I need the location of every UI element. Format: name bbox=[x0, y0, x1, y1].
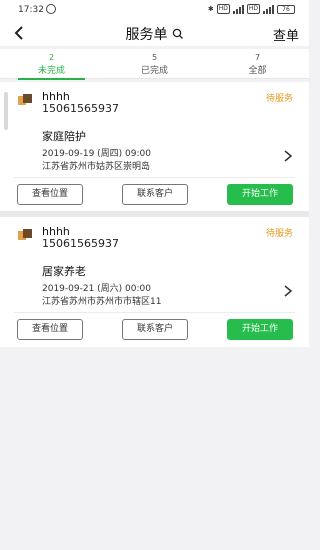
service-address: 江苏省苏州市苏州市市辖区11 bbox=[42, 297, 162, 307]
status-icons: ✱ HD HD 76 bbox=[208, 4, 295, 14]
service-type: 居家养老 bbox=[42, 265, 86, 278]
active-tab-indicator bbox=[18, 78, 85, 80]
divider bbox=[14, 177, 295, 178]
tab-count: 7 bbox=[254, 53, 261, 62]
search-icon[interactable] bbox=[172, 28, 184, 40]
service-datetime: 2019-09-19 (周四) 09:00 bbox=[42, 149, 151, 159]
tab-label: 未完成 bbox=[37, 66, 65, 76]
contact-customer-button[interactable]: 联系客户 bbox=[122, 319, 188, 340]
status-bar: 17:32 ✱ HD HD 76 bbox=[0, 0, 309, 20]
chevron-right-icon[interactable] bbox=[283, 284, 293, 298]
service-type: 家庭陪护 bbox=[42, 130, 86, 143]
status-badge: 待服务 bbox=[265, 94, 293, 104]
page-title-row: 服务单 bbox=[0, 24, 309, 44]
start-work-button[interactable]: 开始工作 bbox=[227, 184, 293, 205]
customer-phone: 15061565937 bbox=[42, 102, 119, 115]
customer-phone: 15061565937 bbox=[42, 237, 119, 250]
view-location-button[interactable]: 查看位置 bbox=[17, 184, 83, 205]
divider bbox=[14, 312, 295, 313]
status-time: 17:32 bbox=[18, 5, 44, 15]
order-card[interactable]: hhhh 15061565937 待服务 居家养老 2019-09-21 (周六… bbox=[0, 217, 309, 347]
top-nav: 服务单 查单 bbox=[0, 20, 309, 46]
alarm-icon bbox=[46, 4, 56, 14]
contact-customer-button[interactable]: 联系客户 bbox=[122, 184, 188, 205]
tab-count: 2 bbox=[48, 53, 55, 62]
query-orders-button[interactable]: 查单 bbox=[273, 25, 299, 44]
avatar-icon bbox=[18, 94, 32, 105]
status-tabs: 2 未完成 5 已完成 7 全部 bbox=[0, 49, 309, 80]
scroll-indicator bbox=[4, 92, 8, 130]
service-datetime: 2019-09-21 (周六) 00:00 bbox=[42, 284, 151, 294]
status-badge: 待服务 bbox=[265, 229, 293, 239]
tab-count: 5 bbox=[151, 53, 158, 62]
page-title: 服务单 bbox=[125, 27, 168, 43]
bluetooth-icon: ✱ bbox=[207, 5, 214, 13]
tab-all[interactable]: 7 全部 bbox=[206, 49, 309, 79]
tab-label: 已完成 bbox=[140, 66, 168, 76]
avatar-icon bbox=[18, 229, 32, 240]
tab-unfinished[interactable]: 2 未完成 bbox=[0, 49, 103, 80]
start-work-button[interactable]: 开始工作 bbox=[227, 319, 293, 340]
hd-badge-2: HD bbox=[246, 4, 260, 14]
hd-badge: HD bbox=[216, 4, 230, 14]
view-location-button[interactable]: 查看位置 bbox=[17, 319, 83, 340]
tab-label: 全部 bbox=[248, 66, 267, 76]
order-card[interactable]: hhhh 15061565937 待服务 家庭陪护 2019-09-19 (周四… bbox=[0, 82, 309, 211]
tab-finished[interactable]: 5 已完成 bbox=[103, 49, 206, 79]
signal-icon-2 bbox=[263, 4, 274, 14]
chevron-right-icon[interactable] bbox=[283, 149, 293, 163]
battery-icon: 76 bbox=[277, 4, 295, 14]
signal-icon bbox=[232, 4, 244, 14]
service-address: 江苏省苏州市姑苏区崇明岛 bbox=[42, 162, 151, 172]
